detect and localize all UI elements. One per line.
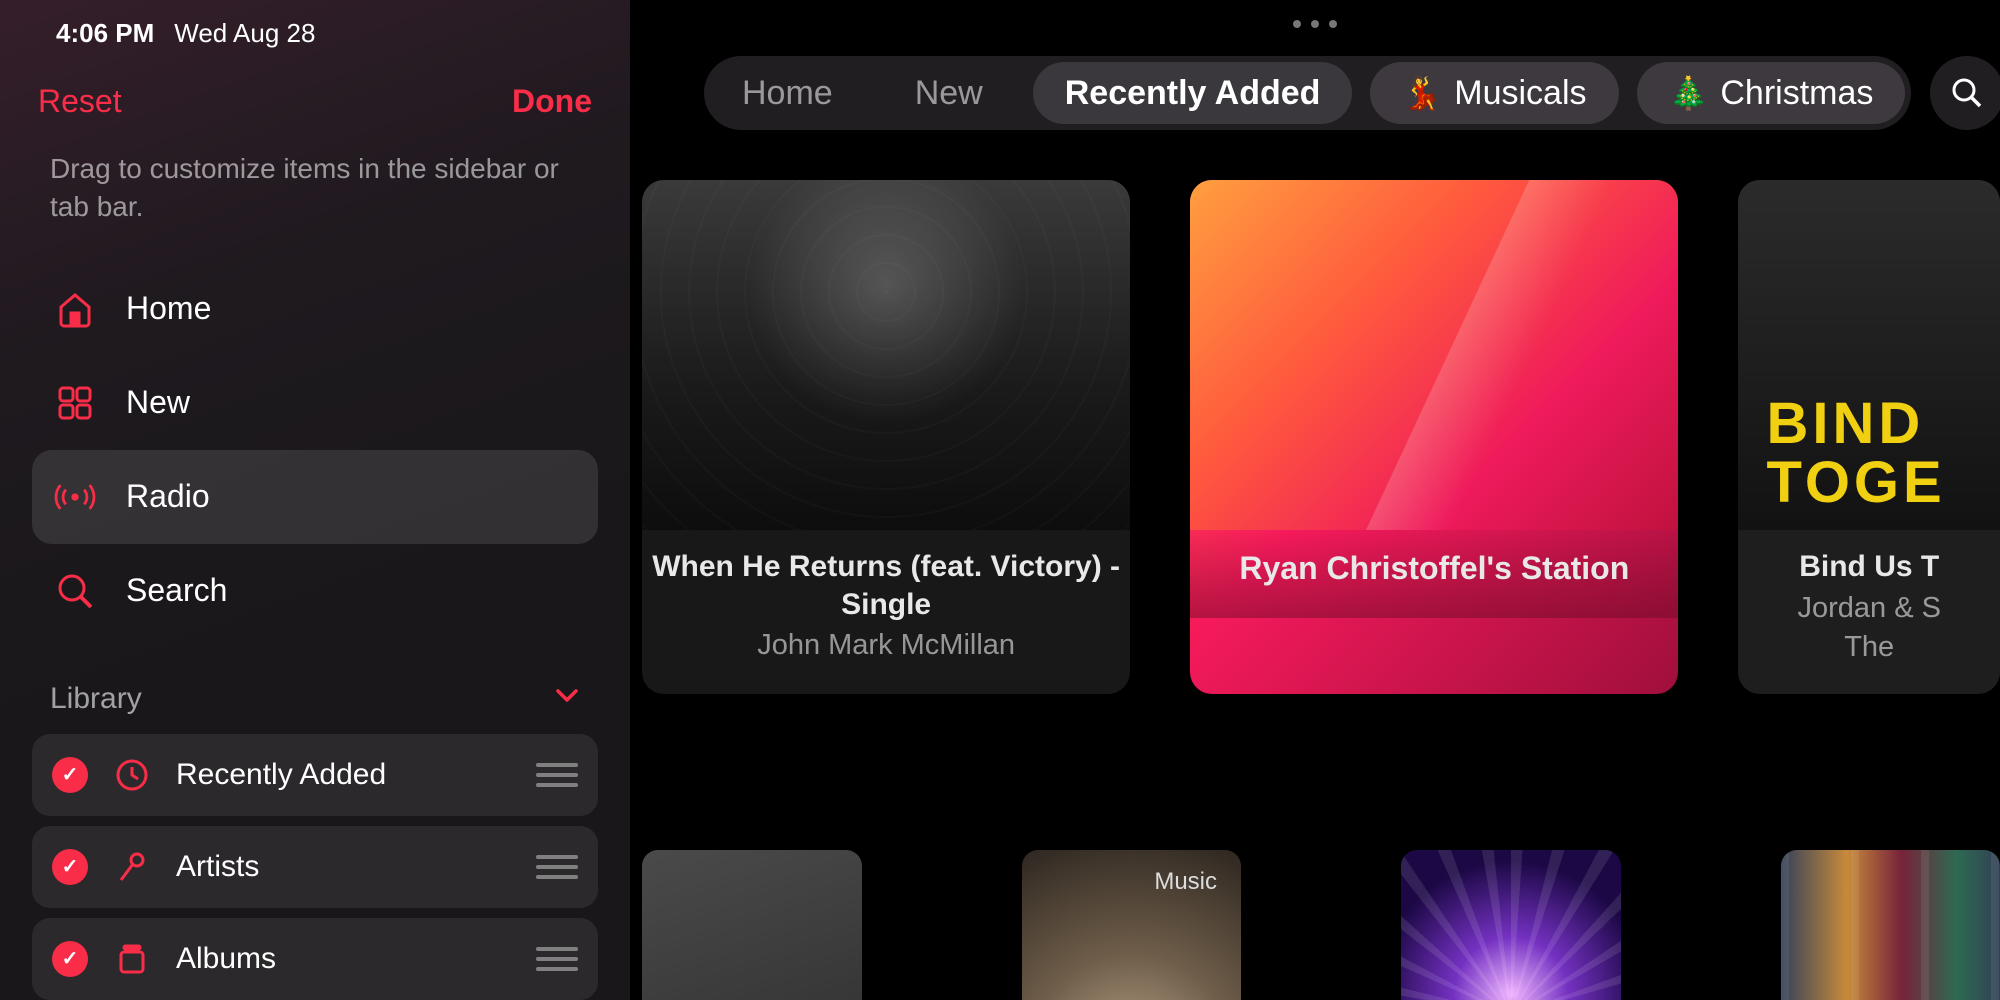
- album-thumb[interactable]: [1401, 850, 1621, 1000]
- album-artist: John Mark McMillan: [652, 629, 1120, 662]
- library-item-label: Artists: [176, 850, 259, 884]
- tab-label: Christmas: [1720, 74, 1873, 113]
- reorder-handle-icon[interactable]: [536, 855, 578, 879]
- status-date: Wed Aug 28: [174, 18, 315, 49]
- reorder-handle-icon[interactable]: [536, 763, 578, 787]
- sidebar-item-label: Search: [126, 572, 227, 609]
- tab-bar: Home New Recently Added 💃 Musicals 🎄 Chr…: [704, 56, 1911, 130]
- library-item-recently-added[interactable]: ✓ Recently Added: [32, 734, 598, 816]
- radio-icon: [54, 476, 96, 518]
- tab-recently-added[interactable]: Recently Added: [1033, 62, 1353, 124]
- clock-icon: [114, 757, 150, 793]
- album-title: Bind Us T: [1748, 548, 1990, 586]
- station-card[interactable]: Ryan Christoffel's Station: [1190, 180, 1678, 694]
- library-item-label: Recently Added: [176, 758, 386, 792]
- sidebar-item-label: Home: [126, 290, 211, 327]
- search-icon: [54, 570, 96, 612]
- customize-hint: Drag to customize items in the sidebar o…: [0, 150, 630, 256]
- album-title: When He Returns (feat. Victory) - Single: [652, 548, 1120, 623]
- album-card[interactable]: Bind Us T Jordan & S The: [1738, 180, 2000, 694]
- library-header-label: Library: [50, 682, 142, 716]
- album-thumb[interactable]: [642, 850, 862, 1000]
- main-content: Home New Recently Added 💃 Musicals 🎄 Chr…: [630, 0, 2000, 1000]
- sidebar-item-radio[interactable]: Radio: [32, 450, 598, 544]
- grid-icon: [54, 382, 96, 424]
- tab-home[interactable]: Home: [710, 62, 865, 124]
- library-section-header[interactable]: Library: [0, 644, 630, 734]
- sidebar: 4:06 PM Wed Aug 28 Reset Done Drag to cu…: [0, 0, 630, 1000]
- album-thumb[interactable]: Music: [1022, 850, 1242, 1000]
- sidebar-item-label: New: [126, 384, 190, 421]
- search-button[interactable]: [1930, 56, 2000, 130]
- tab-label: Musicals: [1454, 74, 1586, 113]
- tab-new[interactable]: New: [883, 62, 1015, 124]
- checkmark-icon: ✓: [52, 757, 88, 793]
- tree-icon: 🎄: [1669, 74, 1709, 112]
- album-art: [1738, 180, 2000, 530]
- tab-christmas[interactable]: 🎄 Christmas: [1637, 62, 1906, 124]
- library-item-artists[interactable]: ✓ Artists: [32, 826, 598, 908]
- dancer-icon: 💃: [1402, 74, 1442, 112]
- status-bar: 4:06 PM Wed Aug 28: [0, 18, 630, 67]
- station-title: Ryan Christoffel's Station: [1200, 548, 1668, 588]
- library-item-label: Albums: [176, 942, 276, 976]
- album-artist: The: [1748, 631, 1990, 664]
- home-icon: [54, 288, 96, 330]
- album-art: [642, 180, 1130, 530]
- checkmark-icon: ✓: [52, 849, 88, 885]
- apple-music-label: Music: [1154, 868, 1217, 896]
- albums-icon: [114, 941, 150, 977]
- album-artist: Jordan & S: [1748, 592, 1990, 625]
- sidebar-item-label: Radio: [126, 478, 210, 515]
- sidebar-item-home[interactable]: Home: [32, 262, 598, 356]
- album-card[interactable]: When He Returns (feat. Victory) - Single…: [642, 180, 1130, 694]
- reset-button[interactable]: Reset: [38, 83, 122, 120]
- microphone-icon: [114, 849, 150, 885]
- station-art: [1190, 180, 1678, 530]
- done-button[interactable]: Done: [512, 83, 592, 120]
- chevron-down-icon: [554, 682, 580, 715]
- multitasking-dots-icon[interactable]: [1293, 20, 1337, 28]
- status-time: 4:06 PM: [56, 18, 154, 49]
- album-thumb[interactable]: [1781, 850, 2000, 1000]
- tab-musicals[interactable]: 💃 Musicals: [1370, 62, 1618, 124]
- reorder-handle-icon[interactable]: [536, 947, 578, 971]
- sidebar-item-new[interactable]: New: [32, 356, 598, 450]
- library-item-albums[interactable]: ✓ Albums: [32, 918, 598, 1000]
- search-icon: [1950, 76, 1984, 110]
- checkmark-icon: ✓: [52, 941, 88, 977]
- sidebar-item-search[interactable]: Search: [32, 544, 598, 638]
